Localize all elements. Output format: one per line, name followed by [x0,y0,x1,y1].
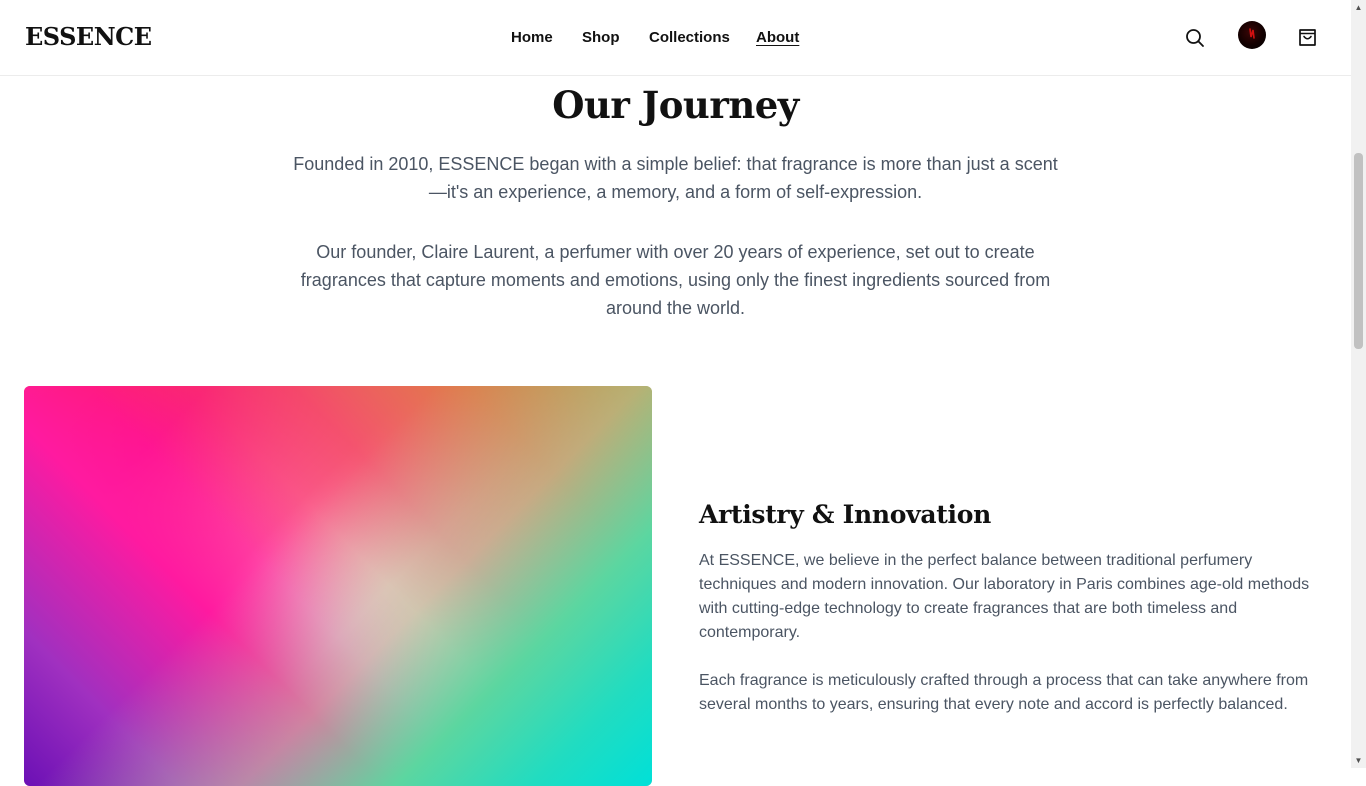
nav-shop[interactable]: Shop [582,29,620,46]
feature-gradient-image [24,386,652,786]
site-header: ESSENCE Home Shop Collections About [0,0,1351,76]
artistry-title: Artistry & Innovation [699,500,991,529]
journey-title: Our Journey [552,83,799,127]
nav-home[interactable]: Home [511,29,553,46]
nav-about[interactable]: About [756,29,799,46]
artistry-paragraph-2: Each fragrance is meticulously crafted t… [699,672,1309,713]
scroll-up-arrow-icon[interactable]: ▲ [1351,0,1366,15]
journey-paragraph-1: Founded in 2010, ESSENCE began with a si… [293,154,1058,202]
nav-collections[interactable]: Collections [649,29,730,46]
main-nav: Home Shop Collections About [0,29,1351,49]
journey-paragraph-2: Our founder, Claire Laurent, a perfumer … [300,242,1051,318]
search-icon[interactable] [1185,28,1205,48]
page-scrollbar[interactable]: ▲ ▼ [1351,0,1366,768]
scrollbar-thumb[interactable] [1354,153,1363,349]
artistry-paragraph-1: At ESSENCE, we believe in the perfect ba… [699,552,1310,641]
shopping-bag-icon[interactable] [1297,27,1318,48]
avatar[interactable] [1238,21,1266,49]
scroll-down-arrow-icon[interactable]: ▼ [1351,753,1366,768]
